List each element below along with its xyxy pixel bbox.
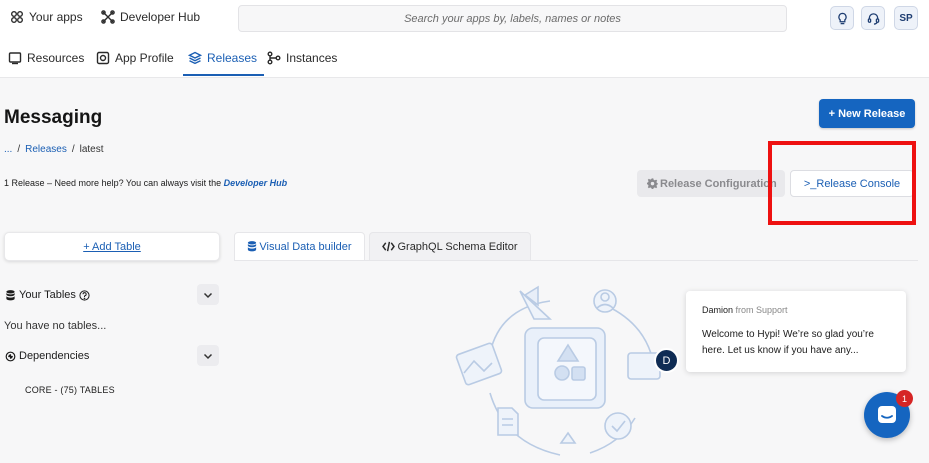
tab-releases[interactable]: Releases (188, 51, 257, 65)
breadcrumb-releases[interactable]: Releases (25, 144, 67, 155)
developer-hub-icon (101, 10, 115, 24)
tab-app-profile-label: App Profile (115, 51, 174, 65)
developer-hub-help-link[interactable]: Developer Hub (224, 178, 288, 188)
tab-visual-data-builder-label: Visual Data builder (259, 240, 352, 253)
gear-icon (647, 178, 658, 189)
core-tables-item[interactable]: CORE - (75) TABLES (25, 385, 115, 395)
developer-hub-link[interactable]: Developer Hub (101, 10, 200, 24)
release-console-label: >_Release Console (803, 177, 901, 190)
page-title: Messaging (4, 107, 103, 128)
your-tables-header: Your Tables (5, 289, 90, 301)
database-icon (6, 289, 15, 300)
no-tables-text: You have no tables... (4, 320, 107, 332)
chat-message: Welcome to Hypi! We’re so glad you’re he… (702, 329, 874, 356)
support-avatar: D (654, 348, 679, 373)
dependencies-toggle[interactable] (197, 345, 219, 366)
top-bar: Your apps Developer Hub SP (0, 0, 929, 38)
chat-sender-suffix: from Support (733, 305, 788, 315)
chat-sender-name: Damion (702, 305, 734, 315)
active-tab-underline (183, 74, 264, 76)
breadcrumb-separator: / (17, 144, 21, 155)
user-avatar-button[interactable]: SP (894, 6, 918, 30)
developer-hub-label: Developer Hub (120, 10, 201, 24)
tab-app-profile[interactable]: App Profile (96, 51, 174, 65)
tab-resources[interactable]: Resources (8, 51, 84, 65)
nav-bar: Resources App Profile Releases Instances (0, 38, 929, 78)
apps-grid-icon (11, 11, 23, 23)
tab-graphql-schema-editor[interactable]: GraphQL Schema Editor (369, 232, 531, 261)
resources-icon (8, 52, 22, 65)
your-apps-label: Your apps (29, 10, 83, 24)
your-tables-toggle[interactable] (197, 284, 219, 305)
dependencies-header: Dependencies (5, 350, 89, 362)
help-text-body: 1 Release – Need more help? You can alwa… (4, 178, 224, 188)
lightbulb-button[interactable] (830, 6, 854, 30)
your-apps-link[interactable]: Your apps (10, 10, 83, 24)
support-button[interactable] (861, 6, 885, 30)
tab-graphql-schema-editor-label: GraphQL Schema Editor (397, 240, 518, 253)
release-configuration-label: Release Configuration (660, 177, 777, 190)
add-table-button[interactable]: + Add Table (4, 232, 220, 261)
tab-visual-data-builder[interactable]: Visual Data builder (234, 232, 365, 261)
breadcrumb-ellipsis[interactable]: ... (4, 144, 12, 155)
empty-state-illustration (455, 285, 661, 456)
breadcrumb-latest: latest (79, 144, 104, 155)
new-release-button[interactable]: + New Release (819, 99, 915, 128)
help-text: 1 Release – Need more help? You can alwa… (4, 178, 287, 188)
tabs-divider (234, 260, 918, 261)
dependencies-icon (5, 351, 16, 361)
app-profile-icon (96, 51, 110, 65)
chevron-down-icon (203, 353, 213, 359)
dependencies-label: Dependencies (19, 350, 90, 362)
breadcrumb: ... / Releases / latest (4, 144, 104, 155)
user-initials: SP (899, 12, 913, 24)
support-chat-popup[interactable]: Damion from Support Welcome to Hypi! We’… (686, 291, 906, 372)
chevron-down-icon (203, 292, 213, 298)
database-icon (248, 241, 257, 252)
chat-icon (878, 406, 896, 423)
headset-icon (867, 12, 879, 25)
lightbulb-icon (837, 12, 847, 24)
notification-badge: 1 (896, 390, 913, 407)
help-circle-icon[interactable] (79, 289, 90, 301)
release-configuration-button[interactable]: Release Configuration (637, 170, 785, 197)
code-icon (382, 241, 396, 252)
tab-instances[interactable]: Instances (267, 51, 337, 65)
release-console-button[interactable]: >_Release Console (790, 170, 914, 197)
instances-icon (267, 51, 281, 65)
breadcrumb-separator: / (71, 144, 75, 155)
search-input[interactable] (238, 5, 787, 32)
chat-sender: Damion from Support (702, 305, 788, 315)
your-tables-label: Your Tables (19, 289, 76, 301)
tab-releases-label: Releases (207, 51, 258, 65)
stack-icon (188, 51, 202, 65)
tab-instances-label: Instances (286, 51, 338, 65)
tab-resources-label: Resources (27, 51, 85, 65)
